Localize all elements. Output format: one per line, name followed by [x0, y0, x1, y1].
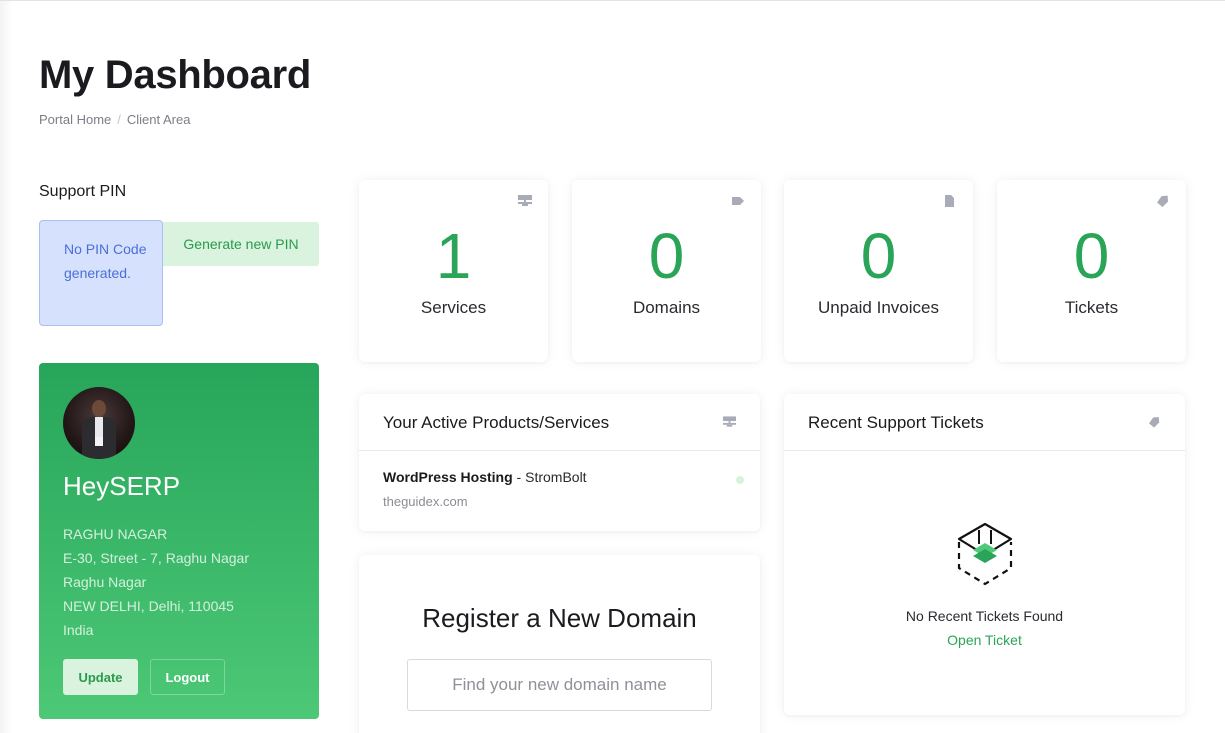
file-icon: [943, 195, 957, 207]
empty-state-text: No Recent Tickets Found: [784, 608, 1185, 624]
active-products-panel: Your Active Products/Services WordPress …: [359, 394, 760, 531]
panel-title: Your Active Products/Services: [383, 413, 609, 432]
breadcrumb-client-area: Client Area: [127, 112, 191, 127]
stat-value: 0: [997, 216, 1186, 296]
left-edge-shade: [0, 1, 12, 733]
panel-header: Your Active Products/Services: [359, 394, 760, 451]
stat-value: 1: [359, 216, 548, 296]
tag-icon: [731, 195, 745, 207]
support-tickets-panel: Recent Support Tickets No Recent Tickets…: [784, 394, 1185, 715]
domain-search-input[interactable]: [407, 659, 712, 711]
address-line: India: [63, 618, 249, 642]
breadcrumb-portal-home[interactable]: Portal Home: [39, 112, 111, 127]
address-line: Raghu Nagar: [63, 570, 249, 594]
stat-tile-unpaid-invoices[interactable]: 0 Unpaid Invoices: [784, 180, 973, 362]
address-line: NEW DELHI, Delhi, 110045: [63, 594, 249, 618]
address-line: E-30, Street - 7, Raghu Nagar: [63, 546, 249, 570]
stat-tile-domains[interactable]: 0 Domains: [572, 180, 761, 362]
server-icon: [723, 416, 736, 428]
stat-tile-tickets[interactable]: 0 Tickets: [997, 180, 1186, 362]
pin-status-box: No PIN Code generated.: [39, 220, 163, 326]
status-dot-icon: [736, 476, 744, 484]
breadcrumb-separator: /: [117, 112, 121, 127]
empty-inbox-icon: [955, 522, 1015, 588]
register-domain-panel: Register a New Domain: [359, 555, 760, 733]
stat-label: Tickets: [997, 298, 1186, 318]
panel-title: Recent Support Tickets: [808, 413, 984, 432]
server-icon: [518, 195, 532, 207]
profile-name: HeySERP: [63, 471, 180, 502]
empty-state: No Recent Tickets Found Open Ticket: [784, 522, 1185, 650]
stat-label: Services: [359, 298, 548, 318]
stat-value: 0: [784, 216, 973, 296]
profile-address: RAGHU NAGAR E-30, Street - 7, Raghu Naga…: [63, 522, 249, 642]
page-title: My Dashboard: [39, 53, 311, 98]
register-domain-title: Register a New Domain: [359, 603, 760, 634]
product-title: WordPress Hosting - StromBolt: [383, 469, 736, 485]
profile-card: HeySERP RAGHU NAGAR E-30, Street - 7, Ra…: [39, 363, 319, 719]
stat-label: Unpaid Invoices: [784, 298, 973, 318]
avatar: [63, 387, 135, 459]
open-ticket-link[interactable]: Open Ticket: [947, 632, 1022, 648]
panel-header: Recent Support Tickets: [784, 394, 1185, 451]
stat-label: Domains: [572, 298, 761, 318]
support-pin-title: Support PIN: [39, 183, 126, 201]
product-name: WordPress Hosting: [383, 469, 513, 485]
stat-value: 0: [572, 216, 761, 296]
product-group: StromBolt: [525, 469, 586, 485]
breadcrumb: Portal Home / Client Area: [39, 112, 190, 127]
address-line: RAGHU NAGAR: [63, 522, 249, 546]
generate-pin-button[interactable]: Generate new PIN: [163, 222, 319, 266]
product-domain: theguidex.com: [383, 494, 736, 509]
ticket-icon: [1148, 416, 1161, 428]
logout-button[interactable]: Logout: [150, 659, 225, 695]
product-list-item[interactable]: WordPress Hosting - StromBolt theguidex.…: [359, 451, 760, 527]
ticket-icon: [1156, 195, 1170, 207]
stat-tile-services[interactable]: 1 Services: [359, 180, 548, 362]
update-button[interactable]: Update: [63, 659, 138, 695]
